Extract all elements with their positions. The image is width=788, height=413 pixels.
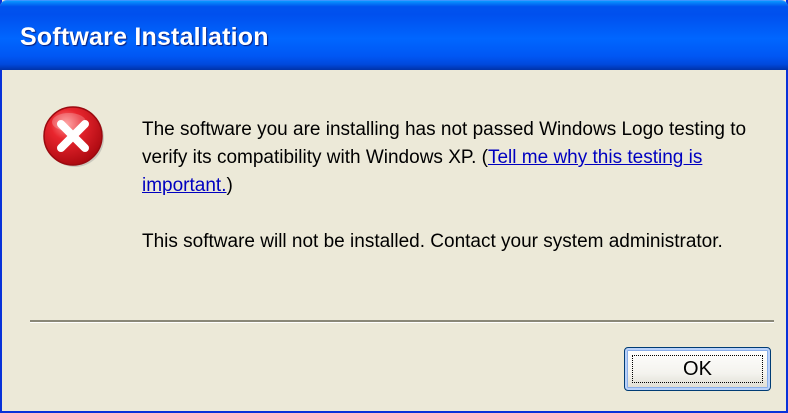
message-paragraph-compatibility: The software you are installing has not … <box>142 116 762 200</box>
message-paragraph-not-installed: This software will not be installed. Con… <box>142 231 723 252</box>
ok-button[interactable]: OK <box>624 347 771 391</box>
error-icon <box>43 106 104 167</box>
window-title: Software Installation <box>20 23 269 51</box>
message-text-suffix: ) <box>226 175 233 196</box>
software-installation-dialog: Software Installation The software you a… <box>0 0 788 413</box>
separator-line <box>30 320 774 323</box>
ok-button-label: OK <box>632 355 763 383</box>
title-bar[interactable]: Software Installation <box>0 0 788 70</box>
message-area: The software you are installing has not … <box>142 116 762 256</box>
